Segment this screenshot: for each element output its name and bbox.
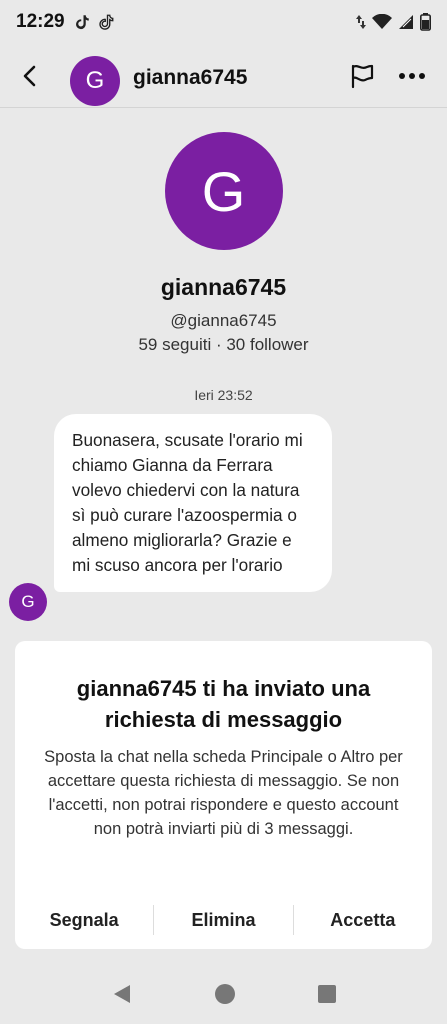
back-arrow-icon — [23, 65, 36, 87]
profile-stats: 59 seguiti · 30 follower — [138, 335, 309, 354]
accept-button[interactable]: Accetta — [294, 903, 432, 937]
signal-icon — [399, 15, 413, 29]
notification-icons — [73, 13, 115, 31]
nav-home-icon[interactable] — [214, 983, 236, 1005]
data-arrows-icon — [356, 15, 366, 29]
nav-back-icon[interactable] — [111, 983, 133, 1005]
delete-button[interactable]: Elimina — [154, 903, 292, 937]
header-avatar[interactable]: G — [70, 56, 120, 106]
wifi-icon — [372, 14, 392, 29]
report-button[interactable]: Segnala — [15, 903, 153, 937]
profile-summary: G gianna6745 @gianna6745 59 seguiti · 30… — [0, 132, 447, 355]
status-bar: 12:29 — [0, 0, 447, 44]
request-title: gianna6745 ti ha inviato una richiesta d… — [76, 676, 371, 732]
header-username[interactable]: gianna6745 — [133, 66, 247, 90]
tiktok-icon — [99, 14, 114, 30]
tiktok-icon — [75, 15, 89, 30]
battery-icon — [420, 13, 431, 31]
sender-avatar[interactable]: G — [9, 583, 47, 621]
more-icon — [399, 73, 425, 79]
system-nav-bar — [0, 964, 447, 1024]
system-icons — [356, 13, 431, 31]
back-button[interactable] — [14, 60, 46, 92]
profile-handle: @gianna6745 — [170, 311, 277, 330]
message-bubble[interactable]: Buonasera, scusate l'orario mi chiamo Gi… — [54, 414, 332, 592]
report-flag-button[interactable] — [346, 60, 378, 92]
nav-recents-icon[interactable] — [317, 984, 337, 1004]
profile-avatar[interactable]: G — [164, 132, 283, 250]
request-actions: Segnala Elimina Accetta — [15, 903, 432, 937]
flag-icon — [351, 64, 374, 89]
chat-header: G gianna6745 — [0, 44, 447, 108]
more-options-button[interactable] — [394, 60, 430, 92]
profile-name: gianna6745 — [160, 274, 287, 300]
message-request-card: gianna6745 ti ha inviato una richiesta d… — [15, 641, 432, 949]
status-time: 12:29 — [16, 11, 65, 32]
message-timestamp: Ieri 23:52 — [194, 387, 253, 403]
request-description: Sposta la chat nella scheda Principale o… — [44, 748, 403, 838]
